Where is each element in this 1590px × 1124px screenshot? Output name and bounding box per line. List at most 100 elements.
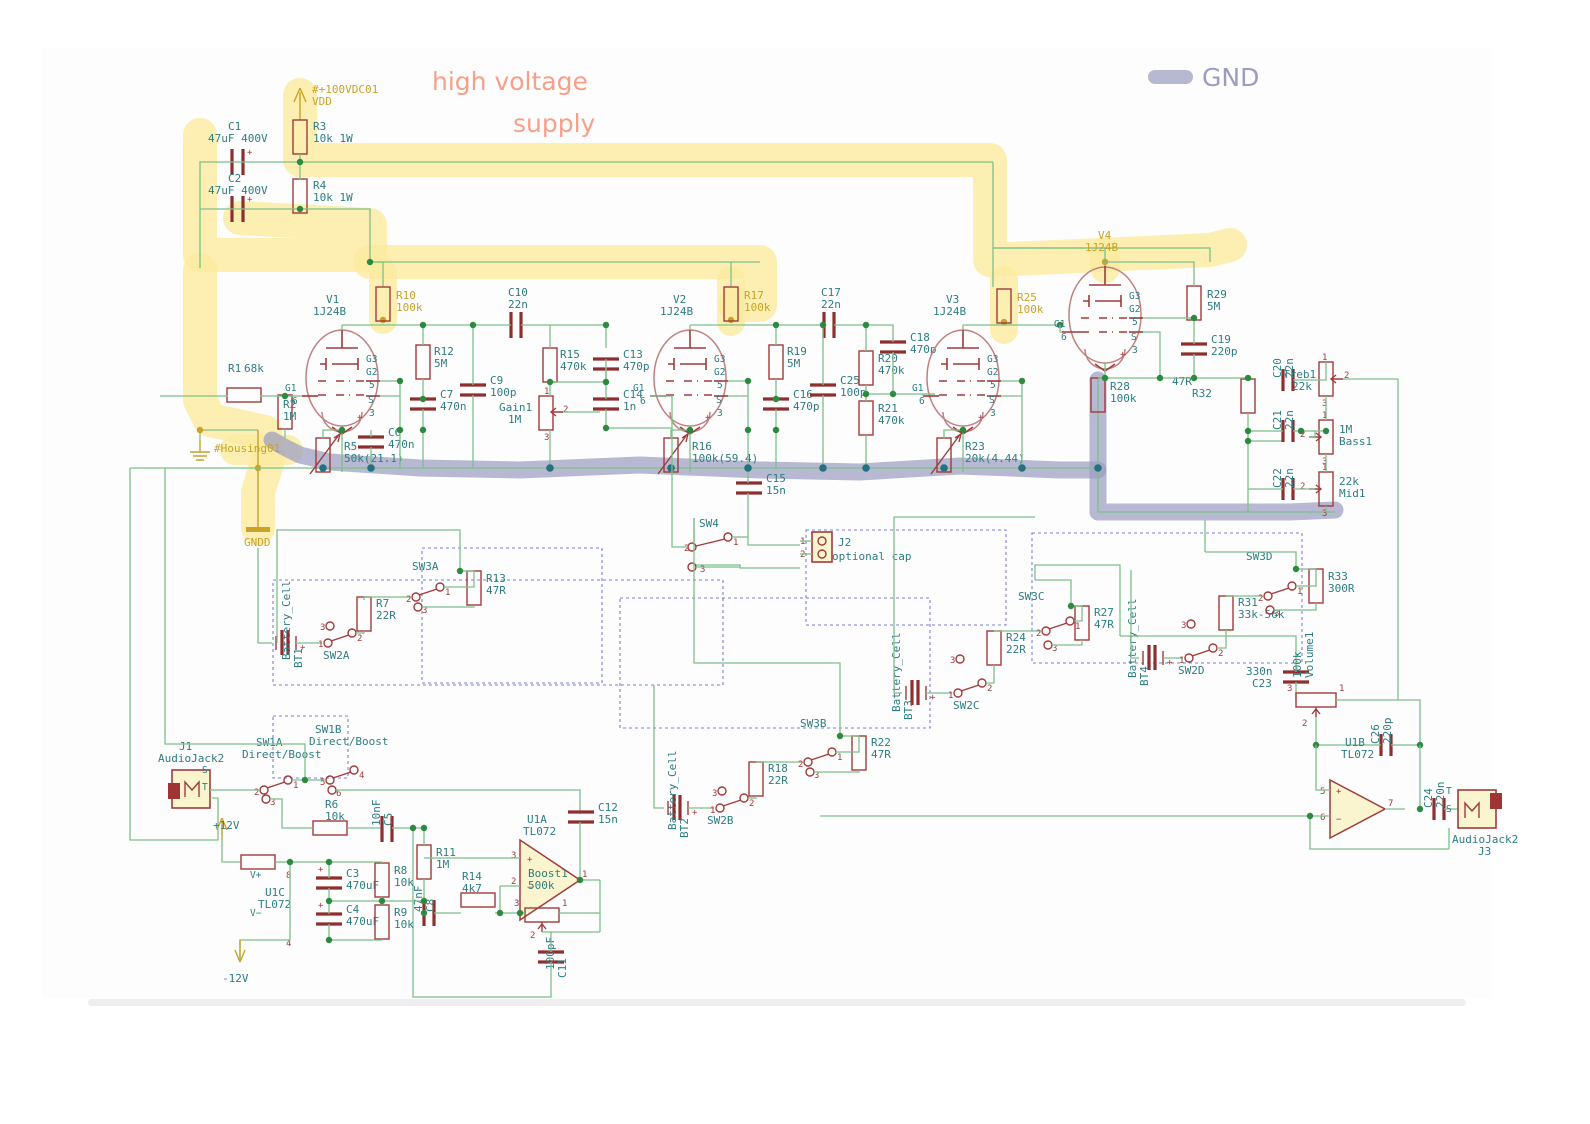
schematic-layer: high voltage supply GND #+100VDC01 VDD R… bbox=[129, 63, 1518, 998]
battery-BT2[interactable]: + Battery_Cell BT2 bbox=[653, 685, 714, 838]
Volume1-ref: Volume1 bbox=[1303, 632, 1316, 678]
dashbox-sw3b bbox=[805, 529, 1007, 626]
V1-pin-6: 6 bbox=[292, 396, 298, 407]
V3-value: 1J24B bbox=[933, 305, 966, 318]
component-R13[interactable]: R13 47R bbox=[276, 529, 506, 643]
component-R7[interactable]: R7 22R bbox=[356, 596, 410, 634]
component-C2[interactable]: C2 47uF 400V + bbox=[208, 172, 268, 222]
component-R20[interactable]: R20 470k bbox=[858, 350, 905, 386]
note-high-voltage-line1: high voltage bbox=[432, 67, 588, 96]
U1C-vplus: V+ bbox=[250, 870, 262, 881]
SW3C-ref: SW3C bbox=[1018, 590, 1045, 603]
switch-SW2D[interactable]: 1 2 3 SW2D bbox=[1178, 619, 1223, 677]
vdd-label: VDD bbox=[312, 95, 332, 108]
component-C21[interactable]: C21 22n bbox=[1271, 410, 1296, 442]
component-C10[interactable]: C10 22n bbox=[508, 286, 528, 338]
R13-value: 47R bbox=[486, 584, 506, 597]
component-R31[interactable]: 47R R32 bbox=[1172, 375, 1256, 414]
connector-J2[interactable]: 1 2 J2 optional cap bbox=[800, 531, 911, 563]
component-C5[interactable]: 10nF C5 bbox=[370, 800, 424, 843]
opamp-U1B[interactable]: U1B TL072 5 6 7 + − bbox=[820, 736, 1449, 850]
SW2C-pin3: 3 bbox=[950, 656, 955, 666]
pot-Volume1[interactable]: 100k Volume1 3 1 2 bbox=[1287, 632, 1421, 745]
V1-pin-G3: G3 bbox=[366, 354, 377, 365]
tube-V1[interactable]: V1 1J24B G3 G2 5 S 3 G1 6 + bbox=[285, 293, 380, 435]
component-C1[interactable]: C1 47uF 400V + bbox=[208, 120, 268, 175]
switch-SW1B[interactable]: 5 4 6 SW1B Direct/Boost bbox=[164, 468, 581, 814]
SW3B-pin1: 1 bbox=[837, 753, 842, 763]
component-C13[interactable]: C13 470p bbox=[593, 348, 650, 373]
J3-pin-T: T bbox=[1446, 786, 1452, 797]
component-C22[interactable]: C22 22n bbox=[1271, 468, 1296, 500]
component-R1[interactable]: R1 68k bbox=[226, 362, 264, 403]
component-C25[interactable]: C25 100p bbox=[810, 374, 867, 399]
component-R3[interactable]: R3 10k 1W bbox=[292, 119, 353, 155]
component-R29[interactable]: R29 5M bbox=[1186, 285, 1227, 321]
U1B-value: TL072 bbox=[1341, 748, 1374, 761]
component-C3[interactable]: + C3 470uF bbox=[316, 862, 379, 901]
component-C9[interactable]: C9 100p bbox=[460, 374, 517, 399]
power-wires bbox=[199, 154, 1211, 326]
C1-value: 47uF 400V bbox=[208, 132, 268, 145]
C5-ref: C5 bbox=[382, 813, 395, 826]
connector-J3[interactable]: T S AudioJack2 J3 bbox=[1446, 786, 1518, 858]
pot-Mid1[interactable]: 22k Mid1 2 1 3 bbox=[1300, 463, 1366, 519]
switch-SW2C[interactable]: 1 2 3 SW2C bbox=[948, 654, 992, 712]
SW2A-pin3: 3 bbox=[320, 623, 325, 633]
tube-V4[interactable]: V4 1J24B G3 G2 5 S 3 G1 6 + bbox=[1054, 229, 1143, 372]
switch-SW1A[interactable]: 2 1 3 SW1A Direct/Boost bbox=[226, 736, 321, 808]
component-C16[interactable]: C16 470p bbox=[763, 388, 820, 413]
battery-BT4[interactable]: + Battery_Cell BT4 bbox=[1126, 570, 1183, 686]
component-R15[interactable]: R15 470k bbox=[542, 347, 587, 383]
component-C6[interactable]: C6 470n bbox=[358, 426, 415, 451]
component-R24[interactable]: R24 22R bbox=[986, 630, 1040, 684]
R22-value: 47R bbox=[871, 748, 891, 761]
switch-SW2A[interactable]: 1 2 3 SW2A bbox=[318, 621, 362, 662]
component-C18[interactable]: C18 470p bbox=[880, 331, 937, 356]
SW2A-pin2: 2 bbox=[357, 634, 362, 644]
SW2C-pin2: 2 bbox=[987, 684, 992, 694]
R25-value: 100k bbox=[1017, 303, 1044, 316]
connector-J1[interactable]: J1 AudioJack2 S T bbox=[129, 468, 226, 841]
V3-cathode-plus: + bbox=[978, 413, 984, 423]
component-R21[interactable]: R21 470k bbox=[858, 400, 905, 436]
SW3A-pin1: 1 bbox=[445, 588, 450, 598]
component-C17[interactable]: C17 22n bbox=[821, 286, 841, 338]
component-R32[interactable]: R33 300R bbox=[1205, 551, 1355, 611]
U1A-value: TL072 bbox=[523, 825, 556, 838]
opamp-U1C[interactable]: U1C TL072 8 4 V+ V− bbox=[239, 862, 291, 960]
component-C4[interactable]: + C4 470uF bbox=[316, 901, 379, 940]
component-C19[interactable]: C19 220p bbox=[1181, 333, 1238, 358]
pot-Bass1[interactable]: 1M Bass1 2 1 3 bbox=[1300, 411, 1372, 467]
component-R19[interactable]: R19 5M bbox=[768, 344, 807, 380]
component-C15[interactable]: C15 15n bbox=[736, 472, 786, 497]
Gain1-value: 1M bbox=[508, 413, 522, 426]
SW1A-label: Direct/Boost bbox=[242, 748, 321, 761]
tube-V3[interactable]: V3 1J24B G3 G2 5 S 3 G1 6 + bbox=[912, 293, 1001, 435]
C9-value: 100p bbox=[490, 386, 517, 399]
component-R18[interactable]: R18 22R bbox=[748, 761, 802, 799]
component-R14[interactable]: R14 4k7 bbox=[424, 870, 520, 914]
battery-BT3[interactable]: + Battery_Cell BT3 bbox=[890, 545, 952, 720]
component-R17[interactable]: R17 100k bbox=[723, 286, 771, 322]
component-R10[interactable]: R10 100k bbox=[375, 286, 423, 322]
component-C24[interactable]: C24 220n bbox=[1422, 782, 1458, 821]
component-R30[interactable]: R31 33k-56k bbox=[1217, 595, 1285, 649]
component-R25[interactable]: R25 100k bbox=[996, 288, 1044, 324]
component-C7[interactable]: C7 470n bbox=[410, 388, 467, 413]
V1-pin-G2: G2 bbox=[366, 367, 377, 378]
Treb1-value: 22k bbox=[1292, 380, 1312, 393]
V4-cathode-plus: + bbox=[1120, 350, 1126, 360]
SW2A-ref: SW2A bbox=[323, 649, 350, 662]
component-R33[interactable] bbox=[240, 854, 290, 870]
SW3D-pin2: 2 bbox=[1258, 594, 1263, 604]
component-C12[interactable]: C12 15n bbox=[568, 801, 618, 884]
component-R12[interactable]: R12 5M bbox=[415, 344, 454, 380]
battery-BT1[interactable]: + Battery_Cell BT1 bbox=[257, 548, 322, 668]
component-C8[interactable]: 47nF C8 bbox=[412, 886, 437, 927]
switch-SW2B[interactable]: 1 2 3 SW2B bbox=[707, 786, 754, 827]
C4-value: 470uF bbox=[346, 915, 379, 928]
gndd-label: GNDD bbox=[244, 536, 271, 549]
C19-value: 220p bbox=[1211, 345, 1238, 358]
component-R6[interactable]: R6 10k bbox=[270, 798, 382, 836]
